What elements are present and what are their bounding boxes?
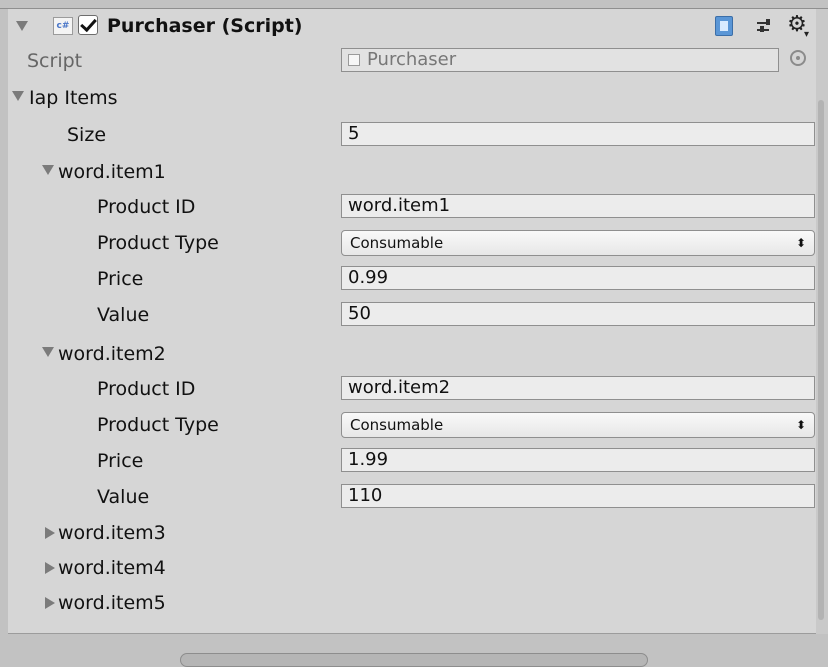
item-2-foldout-icon[interactable] [42, 347, 54, 357]
add-component-button[interactable] [180, 653, 648, 667]
item-2-value-field[interactable]: 110 [341, 484, 815, 508]
item-1-price-field[interactable]: 0.99 [341, 266, 815, 290]
script-field-value: Purchaser [367, 49, 457, 70]
item-5-foldout-icon[interactable] [45, 597, 55, 609]
item-1-product-type-dropdown[interactable]: Consumable ⬍ [341, 230, 815, 256]
component-enabled-checkbox[interactable] [78, 14, 98, 35]
component-foldout-icon[interactable] [16, 21, 28, 31]
value-label: Value [97, 304, 150, 326]
top-frame [0, 0, 828, 8]
item-1-foldout-row[interactable]: word.item1 [8, 155, 816, 189]
item-1-price-row: Price 0.99 [8, 262, 816, 296]
item-2-product-type-value: Consumable [350, 416, 444, 434]
item-1-product-id-field[interactable]: word.item1 [341, 194, 815, 218]
size-field[interactable]: 5 [341, 122, 815, 146]
script-field[interactable]: Purchaser [341, 48, 779, 72]
item-1-label: word.item1 [58, 161, 166, 183]
item-4-label: word.item4 [58, 557, 166, 579]
item-2-price-field[interactable]: 1.99 [341, 448, 815, 472]
product-type-label: Product Type [97, 414, 219, 436]
script-label: Script [27, 50, 83, 72]
item-2-product-id-field[interactable]: word.item2 [341, 376, 815, 400]
item-4-foldout-row[interactable]: word.item4 [8, 551, 816, 585]
item-2-value-row: Value 110 [8, 480, 816, 514]
script-row: Script Purchaser [8, 44, 816, 78]
item-1-foldout-icon[interactable] [42, 165, 54, 175]
item-2-product-type-row: Product Type Consumable ⬍ [8, 408, 816, 442]
item-1-value-field[interactable]: 50 [341, 302, 815, 326]
price-label: Price [97, 268, 144, 290]
product-type-label: Product Type [97, 232, 219, 254]
iap-items-foldout-row[interactable]: Iap Items [8, 81, 816, 115]
size-label: Size [67, 124, 107, 146]
item-1-product-type-value: Consumable [350, 234, 444, 252]
dropdown-arrows-icon: ⬍ [795, 418, 806, 432]
item-2-foldout-row[interactable]: word.item2 [8, 337, 816, 371]
component-header[interactable]: c# Purchaser (Script) ⚙ ▾ [8, 9, 816, 43]
csharp-script-icon: c# [53, 17, 73, 35]
product-id-label: Product ID [97, 196, 196, 218]
chevron-down-icon[interactable]: ▾ [804, 29, 809, 40]
item-3-foldout-row[interactable]: word.item3 [8, 516, 816, 550]
iap-items-foldout-icon[interactable] [12, 91, 24, 101]
iap-items-label: Iap Items [29, 87, 118, 109]
item-1-product-type-row: Product Type Consumable ⬍ [8, 226, 816, 260]
item-2-product-type-dropdown[interactable]: Consumable ⬍ [341, 412, 815, 438]
component-title: Purchaser (Script) [107, 15, 303, 37]
item-3-label: word.item3 [58, 522, 166, 544]
scrollbar-thumb[interactable] [818, 100, 824, 620]
checkmark-icon [80, 14, 97, 33]
sliders-icon[interactable] [755, 17, 773, 35]
item-1-value-row: Value 50 [8, 298, 816, 332]
item-2-label: word.item2 [58, 343, 166, 365]
script-asset-icon [348, 54, 360, 66]
item-1-product-id-row: Product ID word.item1 [8, 190, 816, 224]
item-5-foldout-row[interactable]: word.item5 [8, 586, 816, 620]
price-label: Price [97, 450, 144, 472]
item-5-label: word.item5 [58, 592, 166, 614]
object-picker-icon[interactable] [790, 50, 806, 66]
product-id-label: Product ID [97, 378, 196, 400]
item-2-price-row: Price 1.99 [8, 444, 816, 478]
item-3-foldout-icon[interactable] [45, 527, 55, 539]
value-label: Value [97, 486, 150, 508]
item-4-foldout-icon[interactable] [45, 562, 55, 574]
size-row: Size 5 [8, 118, 816, 152]
dropdown-arrows-icon: ⬍ [795, 236, 806, 250]
book-icon[interactable] [715, 16, 733, 36]
item-2-product-id-row: Product ID word.item2 [8, 372, 816, 406]
